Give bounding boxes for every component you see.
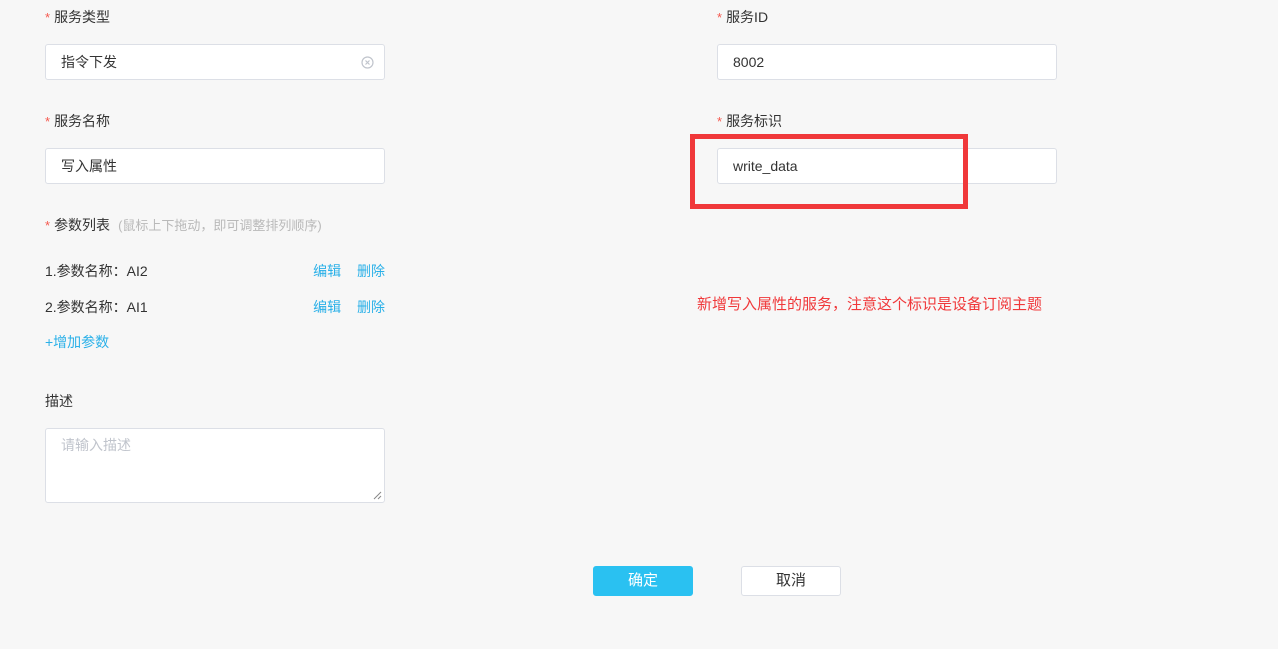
service-type-value: 指令下发: [61, 54, 117, 70]
cancel-button[interactable]: 取消: [741, 566, 841, 596]
description-textarea[interactable]: 请输入描述: [45, 428, 385, 503]
param-row[interactable]: 2.参数名称：AI1 编辑 删除: [45, 298, 385, 316]
required-mark: *: [45, 218, 51, 233]
add-param-link[interactable]: +增加参数: [45, 333, 109, 351]
delete-param-link[interactable]: 删除: [357, 263, 385, 279]
clear-icon[interactable]: [361, 56, 374, 69]
description-label: 描述: [45, 393, 73, 409]
service-form-page: * 服务类型 指令下发 * 服务ID 8002 * 服务名称 写入属性 * 服务标识 w…: [0, 0, 1278, 649]
delete-param-link[interactable]: 删除: [357, 299, 385, 315]
service-name-label: * 服务名称: [45, 113, 111, 129]
description-placeholder: 请输入描述: [61, 437, 131, 453]
required-mark: *: [45, 10, 51, 25]
service-id-label: * 服务ID: [717, 9, 769, 25]
service-name-input[interactable]: 写入属性: [45, 148, 385, 184]
highlight-box: [690, 134, 968, 209]
param-row[interactable]: 1.参数名称：AI2 编辑 删除: [45, 262, 385, 280]
service-name-value: 写入属性: [61, 158, 117, 174]
annotation-text: 新增写入属性的服务，注意这个标识是设备订阅主题: [697, 296, 1043, 313]
confirm-button[interactable]: 确定: [593, 566, 693, 596]
service-type-label: * 服务类型: [45, 9, 111, 25]
required-mark: *: [717, 10, 723, 25]
required-mark: *: [717, 114, 723, 129]
service-id-value: 8002: [733, 54, 765, 70]
param-name: 1.参数名称：AI2: [45, 263, 148, 279]
service-identifier-label: * 服务标识: [717, 113, 783, 129]
params-label: * 参数列表 (鼠标上下拖动，即可调整排列顺序): [45, 217, 322, 233]
params-hint: (鼠标上下拖动，即可调整排列顺序): [118, 218, 322, 233]
resize-grip-icon[interactable]: [373, 491, 382, 500]
service-id-input[interactable]: 8002: [717, 44, 1057, 80]
service-type-select[interactable]: 指令下发: [45, 44, 385, 80]
required-mark: *: [45, 114, 51, 129]
edit-param-link[interactable]: 编辑: [313, 263, 341, 279]
edit-param-link[interactable]: 编辑: [313, 299, 341, 315]
param-name: 2.参数名称：AI1: [45, 299, 148, 315]
